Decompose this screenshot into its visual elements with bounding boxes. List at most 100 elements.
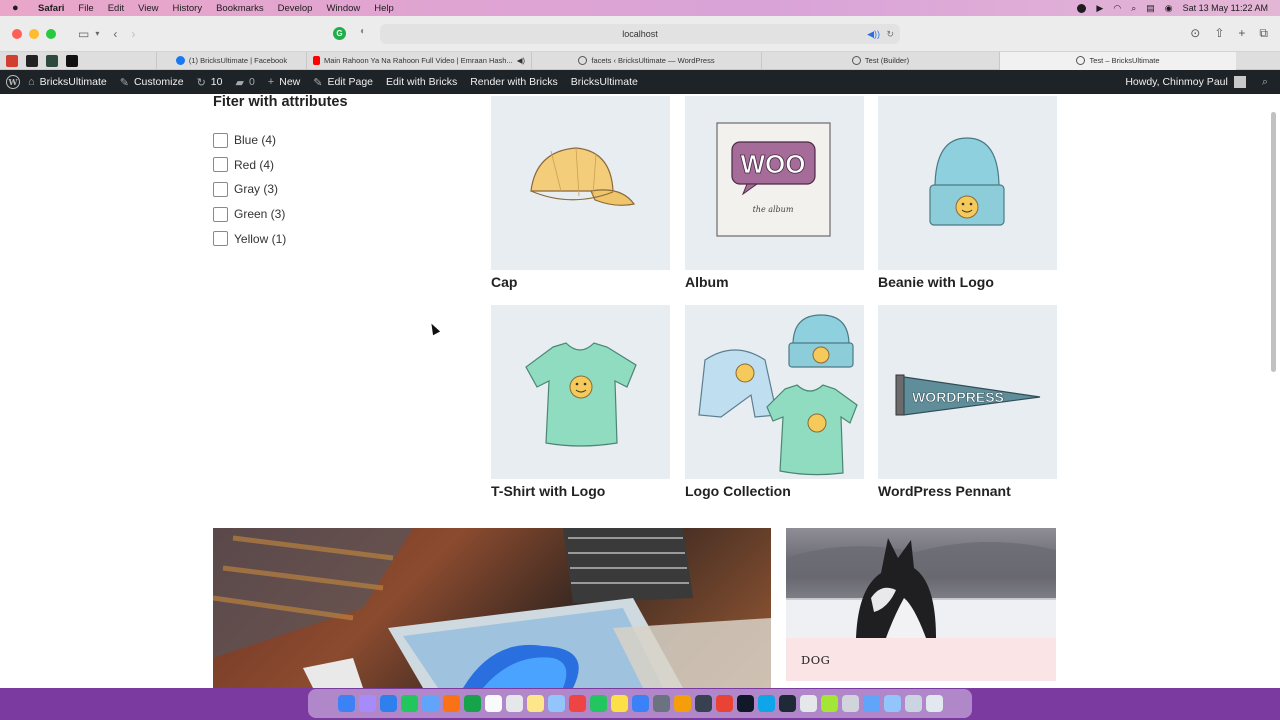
dog-card-label[interactable]: DOG — [786, 638, 1056, 681]
mail-icon[interactable] — [421, 695, 439, 712]
menu-develop[interactable]: Develop — [278, 3, 313, 14]
avatar[interactable] — [1233, 76, 1246, 88]
maps-icon[interactable] — [547, 695, 565, 712]
checkbox[interactable] — [213, 132, 228, 148]
wifi-icon[interactable]: ◠ — [1113, 3, 1121, 14]
tab-facets[interactable]: facets ‹ BricksUltimate — WordPress — [531, 51, 761, 70]
filter-option-blue[interactable]: Blue (4) — [213, 128, 286, 153]
checkbox[interactable] — [213, 206, 228, 222]
product-name[interactable]: Cap — [491, 274, 670, 290]
product-card-album[interactable]: WOO the album Album — [685, 96, 864, 290]
record-icon[interactable] — [1077, 3, 1087, 13]
tab-test-bricksultimate[interactable]: Test – BricksUltimate — [999, 51, 1236, 70]
safari-icon[interactable] — [379, 695, 397, 712]
play-icon[interactable]: ▶ — [1096, 3, 1103, 14]
pinned-tab-icon[interactable] — [46, 54, 58, 67]
vn-icon[interactable] — [778, 695, 796, 712]
chrome-icon[interactable] — [715, 695, 733, 712]
notes-icon[interactable] — [526, 695, 544, 712]
menu-edit[interactable]: Edit — [108, 3, 124, 14]
app-store-icon[interactable] — [631, 695, 649, 712]
downloads-folder-icon[interactable] — [883, 695, 901, 712]
finder-icon[interactable] — [337, 695, 355, 712]
siri-icon[interactable]: ◉ — [1165, 3, 1173, 14]
tab-test-builder[interactable]: Test (Builder) — [761, 51, 999, 70]
admin-site-name[interactable]: ⌂ BricksUltimate — [28, 76, 107, 88]
sublime-icon[interactable] — [673, 695, 691, 712]
menu-history[interactable]: History — [173, 3, 203, 14]
product-name[interactable]: T-Shirt with Logo — [491, 483, 670, 499]
terminal-icon[interactable] — [736, 695, 754, 712]
admin-render-with-bricks[interactable]: Render with Bricks — [470, 76, 558, 88]
product-image[interactable] — [878, 96, 1057, 270]
wordpress-logo-icon[interactable]: W — [6, 75, 20, 89]
share-icon[interactable]: ⇧ — [1214, 26, 1224, 41]
product-name[interactable]: Beanie with Logo — [878, 274, 1057, 290]
product-image[interactable]: WOO the album — [685, 96, 864, 270]
vscode-icon[interactable] — [757, 695, 775, 712]
back-icon[interactable]: ‹ — [113, 27, 117, 41]
folder-icon[interactable] — [862, 695, 880, 712]
preview-icon[interactable] — [799, 695, 817, 712]
menu-app-name[interactable]: Safari — [38, 3, 64, 14]
zoom-window-button[interactable] — [46, 28, 56, 39]
menubar-clock[interactable]: Sat 13 May 11:22 AM — [1183, 3, 1268, 13]
reload-icon[interactable]: ↻ — [886, 29, 894, 40]
category-card-dog[interactable]: DOG — [786, 528, 1056, 681]
filter-option-yellow[interactable]: Yellow (1) — [213, 226, 286, 251]
menu-window[interactable]: Window — [326, 3, 360, 14]
product-card-pennant[interactable]: WORDPRESS WordPress Pennant — [878, 305, 1057, 499]
admin-customize[interactable]: ✎ Customize — [120, 76, 184, 89]
search-icon[interactable]: ⌕ — [1262, 76, 1268, 89]
admin-new[interactable]: + New — [268, 76, 300, 88]
product-card-tshirt[interactable]: T-Shirt with Logo — [491, 305, 670, 499]
admin-comments[interactable]: ▰ 0 — [235, 76, 254, 89]
product-name[interactable]: Logo Collection — [685, 483, 864, 499]
pinned-tab-icon[interactable] — [66, 54, 78, 67]
launchpad-icon[interactable] — [358, 695, 376, 712]
admin-howdy[interactable]: Howdy, Chinmoy Paul — [1125, 76, 1228, 88]
facetime-icon[interactable] — [463, 695, 481, 712]
tab-youtube[interactable]: Main Rahoon Ya Na Rahoon Full Video | Em… — [306, 51, 531, 70]
product-name[interactable]: Album — [685, 274, 864, 290]
control-center-icon[interactable]: ▤ — [1146, 3, 1155, 14]
trash-icon[interactable] — [925, 695, 943, 712]
menu-view[interactable]: View — [138, 3, 158, 14]
product-name[interactable]: WordPress Pennant — [878, 483, 1057, 499]
forward-icon[interactable]: › — [131, 27, 135, 41]
pinned-tab-icon[interactable] — [6, 54, 18, 67]
pinned-tab-icon[interactable] — [26, 54, 38, 67]
downloads-icon[interactable]: ⊙ — [1190, 26, 1200, 41]
spotlight-icon[interactable]: ⌕ — [1131, 3, 1136, 14]
product-image[interactable] — [685, 305, 864, 479]
featured-image-laptop[interactable] — [213, 528, 771, 688]
menu-help[interactable]: Help — [374, 3, 394, 14]
chevron-down-icon[interactable]: ▾ — [95, 29, 99, 38]
calendar-icon[interactable] — [484, 695, 502, 712]
admin-updates[interactable]: ↻ 10 — [197, 76, 223, 89]
pencil-app-icon[interactable] — [820, 695, 838, 712]
product-card-beanie[interactable]: Beanie with Logo — [878, 96, 1057, 290]
menu-bookmarks[interactable]: Bookmarks — [216, 3, 264, 14]
numbers-icon[interactable] — [589, 695, 607, 712]
page-scrollbar[interactable] — [1271, 112, 1276, 372]
privacy-shield-icon[interactable]: ◐ — [360, 26, 366, 37]
product-image[interactable]: WORDPRESS — [878, 305, 1057, 479]
tab-overview-icon[interactable]: ⧉ — [1259, 26, 1268, 41]
admin-edit-with-bricks[interactable]: Edit with Bricks — [386, 76, 457, 88]
close-window-button[interactable] — [12, 28, 22, 39]
checkbox[interactable] — [213, 181, 228, 197]
speaker-icon[interactable]: ◀) — [517, 56, 525, 65]
filter-option-red[interactable]: Red (4) — [213, 153, 286, 178]
messages-icon[interactable] — [400, 695, 418, 712]
window-stack-icon[interactable] — [904, 695, 922, 712]
minimize-window-button[interactable] — [29, 28, 39, 39]
photos-icon[interactable] — [442, 695, 460, 712]
contacts-icon[interactable] — [505, 695, 523, 712]
product-image[interactable] — [491, 305, 670, 479]
tab-facebook[interactable]: (1) BricksUltimate | Facebook — [156, 51, 306, 70]
new-tab-icon[interactable]: + — [1238, 26, 1245, 41]
filter-option-gray[interactable]: Gray (3) — [213, 177, 286, 202]
dog-image[interactable] — [786, 528, 1056, 638]
product-card-cap[interactable]: Cap — [491, 96, 670, 290]
